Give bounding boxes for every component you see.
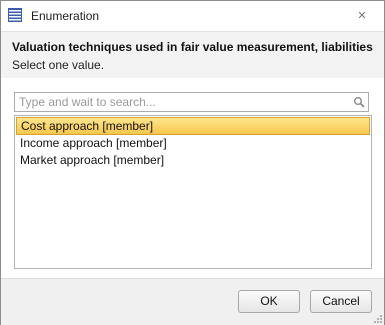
dialog-instruction: Select one value. — [12, 58, 105, 72]
enumeration-dialog: Enumeration ✕ Valuation techniques used … — [0, 0, 385, 325]
dialog-heading: Valuation techniques used in fair value … — [12, 40, 373, 54]
dialog-footer: OK Cancel — [1, 278, 384, 325]
dialog-header: Valuation techniques used in fair value … — [1, 31, 384, 79]
list-item-income-approach[interactable]: Income approach [member] — [16, 135, 370, 152]
cancel-button[interactable]: Cancel — [310, 290, 372, 313]
title-bar[interactable]: Enumeration ✕ — [1, 1, 384, 31]
window-title: Enumeration — [31, 9, 100, 23]
search-icon[interactable] — [353, 96, 365, 108]
ok-button[interactable]: OK — [238, 290, 300, 313]
list-icon — [8, 8, 22, 22]
search-box[interactable] — [14, 92, 369, 112]
resize-grip-icon[interactable] — [372, 313, 382, 323]
dialog-body: Cost approach [member] Income approach [… — [1, 78, 384, 278]
search-input[interactable] — [15, 93, 349, 111]
list-item-cost-approach[interactable]: Cost approach [member] — [16, 117, 370, 135]
close-icon[interactable]: ✕ — [354, 8, 370, 24]
value-list[interactable]: Cost approach [member] Income approach [… — [14, 115, 372, 269]
list-item-market-approach[interactable]: Market approach [member] — [16, 152, 370, 169]
